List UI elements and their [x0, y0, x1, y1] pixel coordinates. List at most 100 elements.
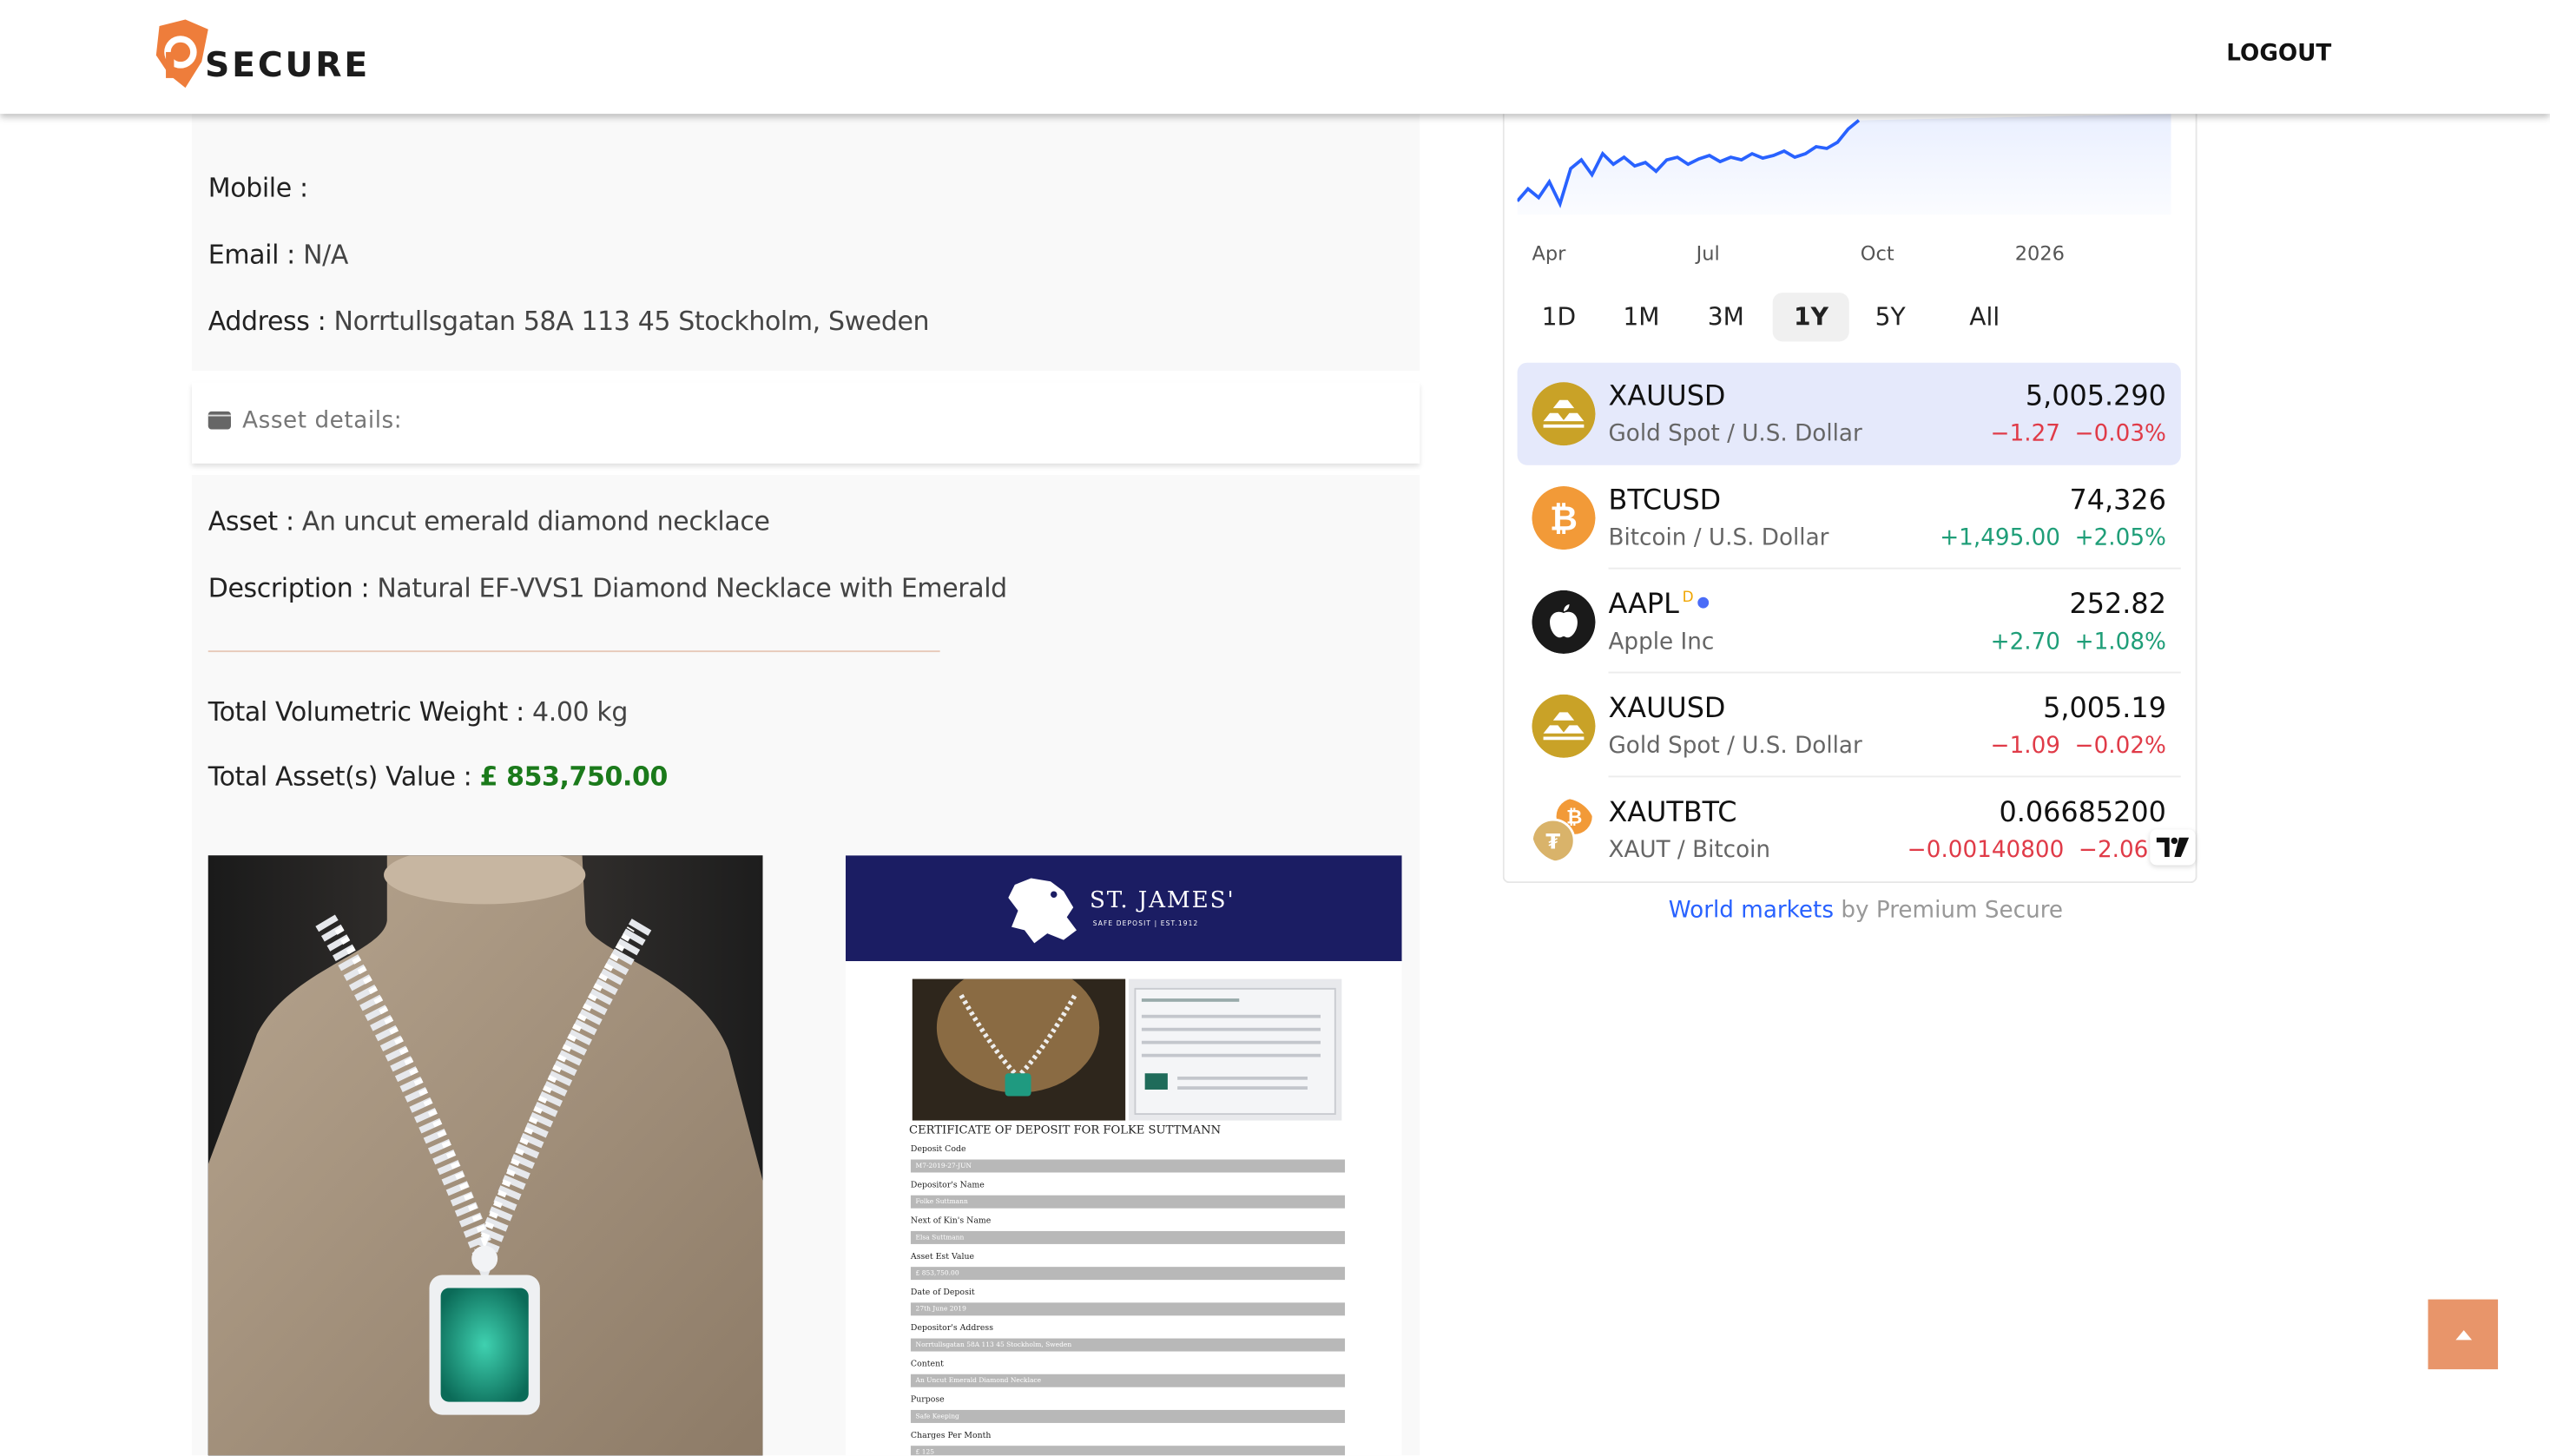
quote-change: −1.09 −0.02%: [1990, 733, 2166, 760]
row-separator: [1608, 671, 2181, 674]
bitcoin-icon: ₿: [1532, 486, 1596, 550]
delayed-badge: D: [1682, 590, 1694, 608]
x-tick-label: Apr: [1532, 242, 1566, 266]
quote-price: 5,005.19: [2043, 692, 2166, 726]
total-value-field: Total Asset(s) Value : £ 853,750.00: [208, 761, 669, 793]
certificate-row-label: Purpose: [910, 1395, 945, 1406]
quote-row-btcusd[interactable]: ₿ BTCUSD Bitcoin / U.S. Dollar 74,326 +1…: [1518, 467, 2181, 570]
mobile-field: Mobile :: [208, 173, 308, 204]
asset-details-header: Asset details:: [192, 382, 1420, 464]
quote-symbol: XAUTBTC: [1608, 796, 1737, 830]
quote-row-xauusd-2[interactable]: XAUUSD Gold Spot / U.S. Dollar 5,005.19 …: [1518, 675, 2181, 778]
weight-label: Total Volumetric Weight :: [208, 695, 524, 728]
address-value: Norrtullsgatan 58A 113 45 Stockholm, Swe…: [333, 306, 930, 337]
logout-link[interactable]: LOGOUT: [2226, 41, 2331, 67]
range-5y-button[interactable]: 5Y: [1854, 293, 1927, 341]
wallet-icon: [208, 411, 231, 430]
quote-price: 5,005.290: [2025, 380, 2166, 413]
quote-change: −0.00140800 −2.06: [1907, 837, 2149, 864]
svg-text:₮: ₮: [1545, 829, 1560, 854]
quote-symbol: XAUUSD: [1608, 380, 1726, 413]
certificate-row-label: Next of Kin's Name: [910, 1216, 992, 1227]
quote-row-xautbtc[interactable]: ₿ ₮ XAUTBTC XAUT / Bitcoin 0.06685200 −0…: [1518, 779, 2181, 881]
certificate-gia-report-thumbnail: [1128, 978, 1342, 1121]
range-3m-button[interactable]: 3M: [1686, 293, 1765, 341]
section-divider: [208, 650, 940, 653]
quote-row-aapl[interactable]: AAPL D ● Apple Inc 252.82 +2.70 +1.08%: [1518, 570, 2181, 674]
certificate-row-label: Asset Est Value: [910, 1252, 975, 1262]
range-1y-button[interactable]: 1Y: [1772, 293, 1850, 342]
quote-change: +2.70 +1.08%: [1990, 629, 2166, 656]
certificate-row-value: £ 853,750.00: [910, 1267, 1346, 1281]
quote-symbol: BTCUSD: [1608, 484, 1722, 517]
price-chart[interactable]: [1517, 114, 2171, 215]
row-separator: [1608, 567, 2181, 570]
certificate-row-value: An Uncut Emerald Diamond Necklace: [910, 1374, 1346, 1387]
scroll-to-top-button[interactable]: [2428, 1299, 2499, 1370]
quote-change: +1,495.00 +2.05%: [1940, 525, 2166, 551]
top-header: SECURE LOGOUT: [0, 0, 2550, 115]
quote-row-xauusd[interactable]: XAUUSD Gold Spot / U.S. Dollar 5,005.290…: [1517, 362, 2181, 465]
quote-name: Gold Spot / U.S. Dollar: [1608, 733, 1862, 760]
x-tick-label: Oct: [1860, 242, 1894, 266]
certificate-row-label: Content: [910, 1359, 944, 1370]
asset-label: Asset :: [208, 505, 294, 537]
certificate-row-value: Elsa Suttmann: [910, 1230, 1346, 1244]
email-label: Email :: [208, 239, 296, 270]
gold-bars-icon: [1532, 382, 1596, 446]
certificate-title: CERTIFICATE OF DEPOSIT FOR FOLKE SUTTMAN…: [909, 1123, 1222, 1137]
certificate-banner: ST. JAMES' SAFE DEPOSIT | EST.1912: [846, 855, 1402, 961]
certificate-banner-subtitle: SAFE DEPOSIT | EST.1912: [1092, 919, 1199, 927]
quote-name: Bitcoin / U.S. Dollar: [1608, 525, 1829, 551]
address-field: Address : Norrtullsgatan 58A 113 45 Stoc…: [208, 306, 930, 337]
quote-name: XAUT / Bitcoin: [1608, 837, 1771, 864]
weight-field: Total Volumetric Weight : 4.00 kg: [208, 695, 629, 728]
range-1d-button[interactable]: 1D: [1520, 293, 1597, 341]
description-value: Natural EF-VVS1 Diamond Necklace with Em…: [377, 572, 1007, 603]
necklace-photo[interactable]: [208, 855, 763, 1456]
certificate-row-label: Deposit Code: [910, 1144, 966, 1155]
total-value-amount: £ 853,750.00: [479, 761, 669, 793]
quote-symbol: XAUUSD: [1608, 692, 1726, 726]
range-1m-button[interactable]: 1M: [1602, 293, 1681, 341]
certificate-row-label: Depositor's Name: [910, 1180, 985, 1191]
x-tick-label: Jul: [1696, 242, 1720, 266]
attribution-suffix: by Premium Secure: [1834, 897, 2064, 924]
asset-value: An uncut emerald diamond necklace: [301, 505, 770, 537]
tradingview-logo-icon[interactable]: [2150, 829, 2196, 866]
mobile-label: Mobile :: [208, 172, 308, 204]
certificate-row-value: Norrtullsgatan 58A 113 45 Stockholm, Swe…: [910, 1338, 1346, 1352]
certificate-image[interactable]: ST. JAMES' SAFE DEPOSIT | EST.1912 CERTI…: [846, 855, 1402, 1456]
quote-symbol: AAPL D ●: [1608, 589, 1710, 622]
total-value-label: Total Asset(s) Value :: [208, 761, 472, 793]
quote-name: Apple Inc: [1608, 629, 1715, 656]
email-field: Email : N/A: [208, 239, 349, 270]
quote-change: −1.27 −0.03%: [1990, 421, 2166, 448]
quote-price: 252.82: [2069, 589, 2166, 622]
svg-text:₿: ₿: [1550, 499, 1578, 539]
x-tick-label: 2026: [2014, 242, 2065, 266]
address-label: Address :: [208, 306, 326, 337]
weight-value: 4.00 kg: [531, 695, 629, 728]
certificate-row-label: Charges Per Month: [910, 1431, 992, 1441]
asset-details-title: Asset details:: [242, 408, 403, 435]
quote-name: Gold Spot / U.S. Dollar: [1608, 421, 1862, 448]
certificate-row-value: 27th June 2019: [910, 1302, 1346, 1316]
range-all-button[interactable]: All: [1948, 293, 2021, 341]
brand-logo[interactable]: SECURE: [149, 19, 377, 94]
gold-bars-icon: [1532, 694, 1596, 758]
brand-name: SECURE: [205, 45, 371, 85]
email-value: N/A: [303, 239, 348, 270]
quote-price: 0.06685200: [1999, 796, 2166, 830]
tether-gold-icon: ₿ ₮: [1532, 798, 1592, 862]
description-field: Description : Natural EF-VVS1 Diamond Ne…: [208, 572, 1007, 603]
certificate-row-value: Safe Keeping: [910, 1409, 1346, 1423]
description-label: Description :: [208, 572, 370, 603]
asset-field: Asset : An uncut emerald diamond necklac…: [208, 506, 770, 537]
certificate-row-value: M7-2019-27-JUN: [910, 1159, 1346, 1173]
certificate-row-value: £ 125: [910, 1446, 1346, 1456]
quote-price: 74,326: [2069, 484, 2166, 517]
lion-crest-icon: [1008, 878, 1077, 944]
world-markets-link[interactable]: World markets: [1669, 898, 1834, 924]
certificate-row-label: Depositor's Address: [910, 1323, 994, 1334]
